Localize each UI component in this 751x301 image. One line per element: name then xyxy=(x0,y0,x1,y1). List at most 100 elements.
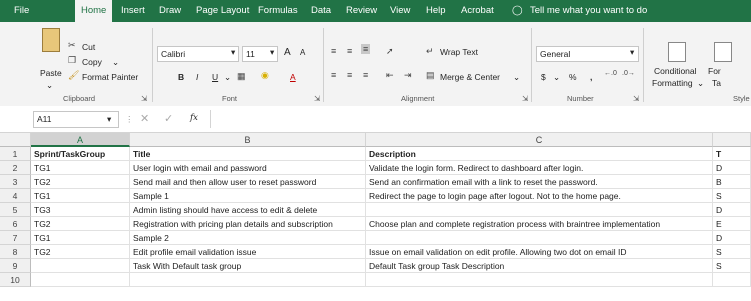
font-name-select[interactable]: Calibri xyxy=(157,46,239,62)
cell-a[interactable]: TG1 xyxy=(31,189,130,203)
row-header[interactable]: 5 xyxy=(0,203,31,217)
cell-d[interactable]: D xyxy=(713,203,751,217)
cell-a[interactable]: TG1 xyxy=(31,231,130,245)
format-as-table-button[interactable]: For xyxy=(708,66,721,76)
cell-b[interactable]: Send mail and then allow user to reset p… xyxy=(130,175,366,189)
cell-a[interactable] xyxy=(31,259,130,273)
cell-a[interactable]: Sprint/TaskGroup xyxy=(31,147,130,161)
conditional-formatting-icon[interactable] xyxy=(668,42,686,62)
cell-a[interactable]: TG2 xyxy=(31,217,130,231)
enter-icon[interactable]: ✓ xyxy=(164,112,173,125)
cancel-icon[interactable]: ✕ xyxy=(140,112,149,125)
cell-b[interactable]: Admin listing should have access to edit… xyxy=(130,203,366,217)
row-header[interactable]: 8 xyxy=(0,245,31,259)
underline-button[interactable]: U xyxy=(212,72,218,82)
cell-b[interactable]: Registration with pricing plan details a… xyxy=(130,217,366,231)
clipboard-launcher-icon[interactable]: ⇲ xyxy=(141,94,147,103)
column-header-d[interactable] xyxy=(713,133,751,147)
tab-insert[interactable]: Insert xyxy=(121,0,145,22)
cell-b[interactable]: Edit profile email validation issue xyxy=(130,245,366,259)
merge-center-button[interactable]: Merge & Center xyxy=(440,72,500,82)
merge-center-icon[interactable]: ▤ xyxy=(426,70,435,81)
cell-d[interactable]: D xyxy=(713,231,751,245)
format-as-table-icon[interactable] xyxy=(714,42,732,62)
wrap-text-button[interactable]: Wrap Text xyxy=(440,47,478,57)
tell-me-search[interactable]: Tell me what you want to do xyxy=(530,0,647,22)
cell-c[interactable]: Description xyxy=(366,147,713,161)
align-center-icon[interactable]: ≡ xyxy=(347,70,352,80)
row-header[interactable]: 4 xyxy=(0,189,31,203)
orientation-icon[interactable]: ➚ xyxy=(386,46,394,57)
top-align-icon[interactable]: ≡ xyxy=(331,46,336,56)
cell-b[interactable]: User login with email and password xyxy=(130,161,366,175)
currency-dropdown-icon[interactable]: ⌄ xyxy=(553,72,560,83)
cell-a[interactable]: TG2 xyxy=(31,245,130,259)
underline-dropdown-icon[interactable]: ⌄ xyxy=(224,72,231,83)
borders-icon[interactable]: ▦ xyxy=(237,71,246,82)
cell-b[interactable]: Task With Default task group xyxy=(130,259,366,273)
comma-style-button[interactable]: , xyxy=(590,72,592,82)
increase-indent-icon[interactable]: ⇥ xyxy=(404,70,412,81)
paste-icon[interactable] xyxy=(42,28,60,52)
decrease-decimal-icon[interactable]: .0→ xyxy=(622,70,635,77)
cell-a[interactable]: TG1 xyxy=(31,161,130,175)
insert-function-icon[interactable]: fx xyxy=(190,113,198,123)
name-box-dropdown-icon[interactable]: ▾ xyxy=(107,114,111,125)
paste-dropdown-icon[interactable]: ⌄ xyxy=(46,80,53,91)
cell-d[interactable]: S xyxy=(713,259,751,273)
cell-d[interactable]: E xyxy=(713,217,751,231)
increase-decimal-icon[interactable]: ←.0 xyxy=(604,70,617,77)
cell-a[interactable]: TG2 xyxy=(31,175,130,189)
cell-d[interactable] xyxy=(713,273,751,287)
format-painter-button[interactable]: Format Painter xyxy=(82,72,138,82)
row-header[interactable]: 10 xyxy=(0,273,31,287)
paste-button[interactable]: Paste xyxy=(40,68,62,78)
percent-button[interactable]: % xyxy=(569,72,577,82)
cell-d[interactable]: T xyxy=(713,147,751,161)
wrap-text-icon[interactable]: ↵ xyxy=(426,46,434,57)
decrease-indent-icon[interactable]: ⇤ xyxy=(386,70,394,81)
cell-b[interactable]: Sample 1 xyxy=(130,189,366,203)
cell-c[interactable]: Issue on email validation on edit profil… xyxy=(366,245,713,259)
cell-c[interactable] xyxy=(366,273,713,287)
merge-dropdown-icon[interactable]: ⌄ xyxy=(513,72,520,83)
tab-help[interactable]: Help xyxy=(426,0,446,22)
cell-c[interactable]: Redirect the page to login page after lo… xyxy=(366,189,713,203)
cell-a[interactable]: TG3 xyxy=(31,203,130,217)
cell-d[interactable]: S xyxy=(713,189,751,203)
italic-button[interactable]: I xyxy=(196,72,198,82)
cell-c[interactable]: Validate the login form. Redirect to das… xyxy=(366,161,713,175)
currency-button[interactable]: $ xyxy=(541,72,546,82)
alignment-launcher-icon[interactable]: ⇲ xyxy=(522,94,528,103)
font-launcher-icon[interactable]: ⇲ xyxy=(314,94,320,103)
cell-d[interactable]: S xyxy=(713,245,751,259)
number-format-dropdown-icon[interactable]: ▾ xyxy=(630,47,634,58)
copy-dropdown-icon[interactable]: ⌄ xyxy=(112,57,119,68)
cell-b[interactable] xyxy=(130,273,366,287)
row-header[interactable]: 3 xyxy=(0,175,31,189)
grow-font-button[interactable]: A xyxy=(284,47,291,58)
shrink-font-button[interactable]: A xyxy=(300,48,305,57)
row-header[interactable]: 7 xyxy=(0,231,31,245)
tab-page-layout[interactable]: Page Layout xyxy=(196,0,249,22)
cell-c[interactable]: Send an confirmation email with a link t… xyxy=(366,175,713,189)
tab-view[interactable]: View xyxy=(390,0,410,22)
conditional-formatting-button[interactable]: Conditional xyxy=(654,66,697,76)
column-header-b[interactable]: B xyxy=(130,133,366,147)
align-right-icon[interactable]: ≡ xyxy=(363,70,368,80)
formula-input[interactable] xyxy=(212,110,751,128)
cell-c[interactable]: Choose plan and complete registration pr… xyxy=(366,217,713,231)
row-header[interactable]: 9 xyxy=(0,259,31,273)
cell-c[interactable] xyxy=(366,203,713,217)
tab-review[interactable]: Review xyxy=(346,0,377,22)
number-launcher-icon[interactable]: ⇲ xyxy=(633,94,639,103)
cell-d[interactable]: B xyxy=(713,175,751,189)
align-left-icon[interactable]: ≡ xyxy=(331,70,336,80)
bottom-align-icon[interactable]: ≡ xyxy=(361,44,371,54)
tab-draw[interactable]: Draw xyxy=(159,0,181,22)
tab-acrobat[interactable]: Acrobat xyxy=(461,0,494,22)
tab-file[interactable]: File xyxy=(14,0,29,22)
font-name-dropdown-icon[interactable]: ▾ xyxy=(231,47,235,58)
cell-b[interactable]: Sample 2 xyxy=(130,231,366,245)
tab-data[interactable]: Data xyxy=(311,0,331,22)
